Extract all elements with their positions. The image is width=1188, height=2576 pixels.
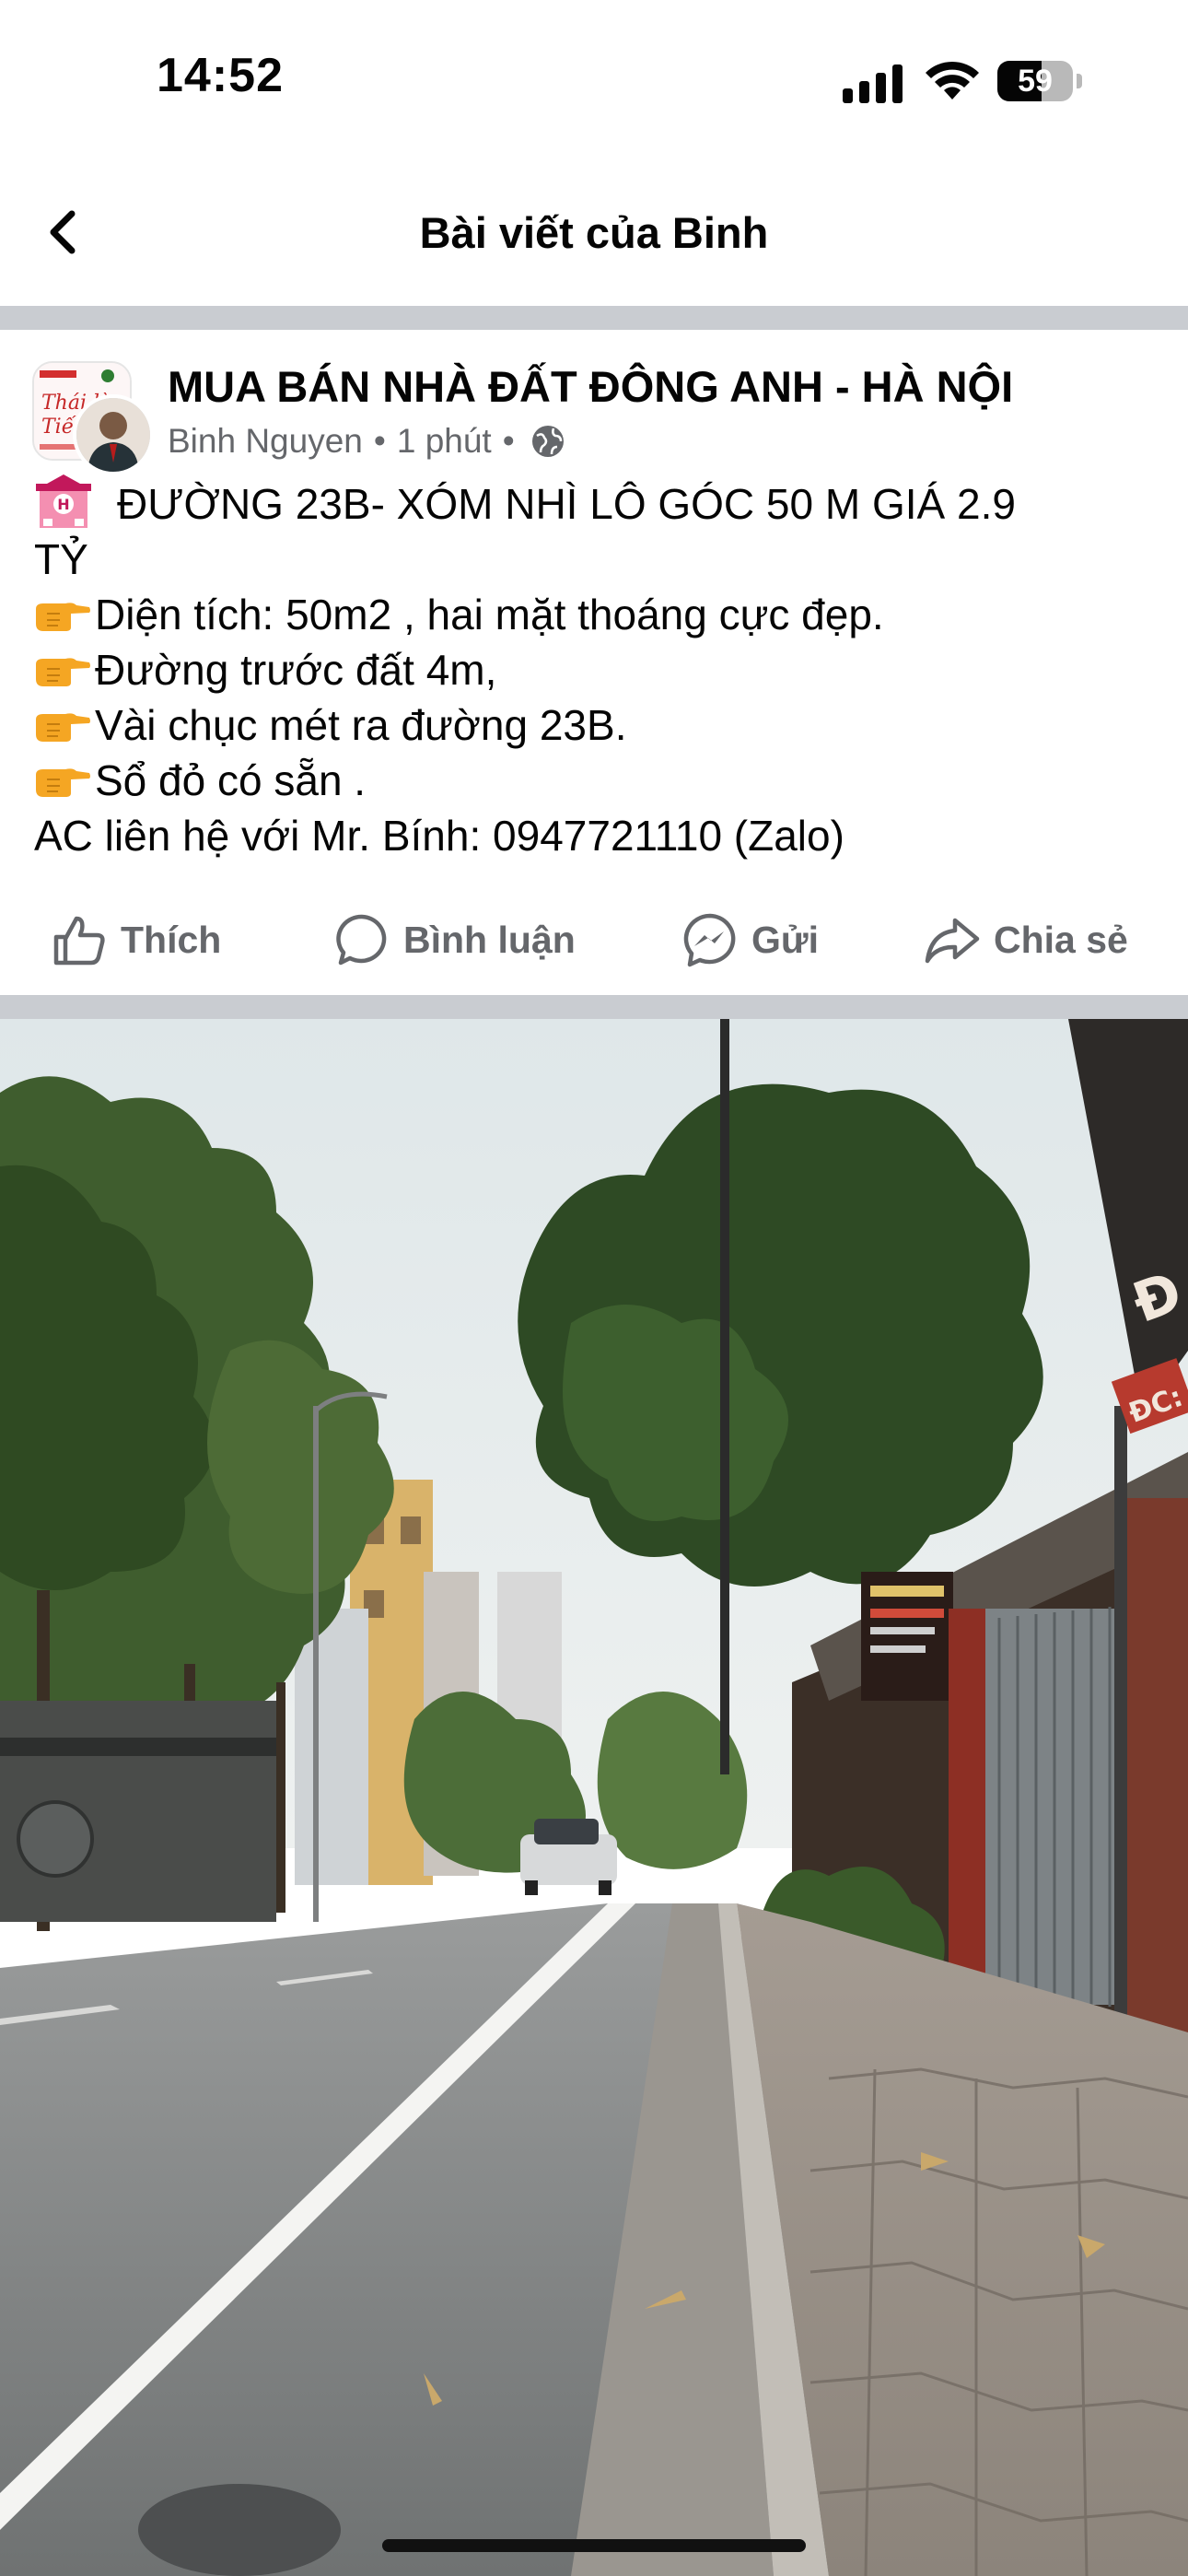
messenger-icon bbox=[683, 913, 736, 967]
pointing-hand-icon bbox=[36, 768, 90, 797]
page-title: Bài viết của Binh bbox=[419, 208, 769, 257]
hotel-icon: H bbox=[36, 474, 91, 528]
author-avatar[interactable] bbox=[73, 394, 154, 475]
status-bar: 14:52 59 bbox=[0, 0, 1188, 157]
post-line: AC liên hệ với Mr. Bính: 0947721110 (Zal… bbox=[34, 812, 844, 860]
comment-button[interactable]: Bình luận bbox=[333, 898, 576, 981]
street-photo: Đ ĐC: bbox=[0, 1019, 1188, 2576]
share-label: Chia sẻ bbox=[994, 918, 1128, 961]
post-line: Vài chục mét ra đường 23B. bbox=[34, 697, 1167, 753]
post-photo[interactable]: Đ ĐC: bbox=[0, 1019, 1188, 2576]
battery-icon: 59 bbox=[997, 61, 1082, 101]
like-label: Thích bbox=[121, 918, 222, 961]
nav-header: Bài viết của Binh bbox=[0, 157, 1188, 304]
post-text: H ĐƯỜNG 23B- XÓM NHÌ LÔ GÓC 50 M GIÁ 2.9… bbox=[34, 474, 1167, 863]
post-line: Diện tích: 50m2 , hai mặt thoáng cực đẹp… bbox=[34, 587, 1167, 642]
like-button[interactable]: Thích bbox=[51, 898, 221, 981]
divider bbox=[0, 306, 1188, 330]
thumbs-up-icon bbox=[53, 916, 105, 966]
post-meta: Binh Nguyen • 1 phút • bbox=[168, 422, 566, 461]
post-line: Đường trước đất 4m, bbox=[34, 642, 1167, 697]
meta-separator: • bbox=[373, 422, 386, 460]
comment-label: Bình luận bbox=[403, 918, 576, 961]
post-time[interactable]: 1 phút bbox=[397, 422, 492, 461]
post-line: TỶ bbox=[34, 535, 88, 583]
group-avatar[interactable]: Thái làm Tiến Nhiều bbox=[32, 361, 154, 475]
share-icon bbox=[925, 918, 980, 964]
post-line: Sổ đỏ có sẵn . bbox=[34, 753, 1167, 808]
home-indicator[interactable] bbox=[382, 2539, 806, 2552]
pointing-hand-icon bbox=[36, 713, 90, 742]
wifi-icon bbox=[926, 61, 979, 100]
cellular-signal-icon bbox=[843, 64, 903, 103]
action-bar: Thích Bình luận Gửi Chia sẻ bbox=[0, 898, 1188, 981]
group-name[interactable]: MUA BÁN NHÀ ĐẤT ĐÔNG ANH - HÀ NỘI bbox=[168, 361, 1013, 412]
send-label: Gửi bbox=[751, 918, 819, 961]
pointing-hand-icon bbox=[36, 658, 90, 686]
share-button[interactable]: Chia sẻ bbox=[924, 898, 1128, 981]
pointing-hand-icon bbox=[36, 603, 90, 631]
meta-separator: • bbox=[502, 422, 515, 460]
send-button[interactable]: Gửi bbox=[681, 898, 819, 981]
globe-icon bbox=[531, 426, 564, 457]
author-name[interactable]: Binh Nguyen bbox=[168, 422, 363, 461]
battery-level: 59 bbox=[1018, 64, 1053, 99]
status-time: 14:52 bbox=[157, 49, 284, 102]
divider bbox=[0, 995, 1188, 1019]
svg-text:H: H bbox=[57, 496, 69, 513]
post-line: H ĐƯỜNG 23B- XÓM NHÌ LÔ GÓC 50 M GIÁ 2.9 bbox=[34, 474, 1167, 532]
comment-icon bbox=[336, 914, 387, 966]
